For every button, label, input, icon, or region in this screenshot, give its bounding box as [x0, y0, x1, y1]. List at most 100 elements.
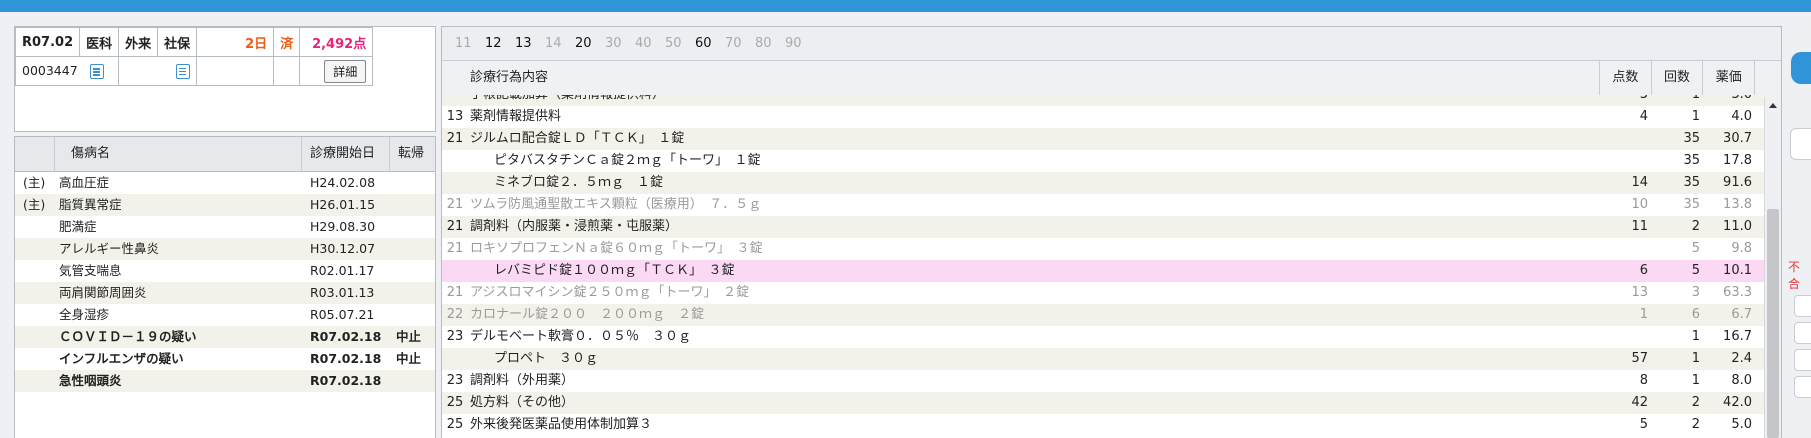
disease-start-date: R02.01.17 [310, 263, 375, 278]
treatment-row[interactable]: 23 デルモベート軟膏０．０５％ ３０ｇ 1 16.7 [442, 326, 1781, 348]
disease-start-date: H24.02.08 [310, 175, 376, 190]
treatment-name: アジスロマイシン錠２５０ｍｇ「トーワ」 ２錠 [470, 285, 749, 300]
tab-11[interactable]: 11 [455, 36, 485, 51]
tab-12[interactable]: 12 [485, 36, 515, 51]
treatment-points: 13 [1631, 285, 1648, 300]
treatment-code: 25 [446, 395, 464, 410]
treatment-count: 1 [1691, 373, 1700, 388]
disease-row[interactable]: 肥満症 H29.08.30 [15, 216, 435, 238]
eye-icon[interactable] [1790, 128, 1811, 160]
header-price[interactable]: 薬価 [1703, 61, 1756, 95]
tab-30[interactable]: 30 [605, 36, 635, 51]
disease-start-date: R05.07.21 [310, 307, 375, 322]
treatment-count: 5 [1691, 263, 1700, 278]
side-checkbox[interactable] [1794, 295, 1811, 317]
treatment-count: 2 [1691, 417, 1700, 432]
record-icon[interactable] [176, 63, 191, 79]
header-treatment[interactable]: 診療行為内容 [442, 61, 1600, 95]
detail-button[interactable]: 詳細 [324, 59, 367, 83]
treatment-count: 35 [1683, 175, 1700, 190]
treatment-row[interactable]: 21 アジスロマイシン錠２５０ｍｇ「トーワ」 ２錠 13 3 63.3 [442, 282, 1781, 304]
treatment-points: 42 [1631, 395, 1648, 410]
side-action-button[interactable] [1791, 52, 1811, 84]
disease-tag: (主) [23, 197, 46, 212]
treatment-price: 4.0 [1731, 109, 1752, 124]
treatment-name: 調剤料（内服薬・浸煎薬・屯服薬） [470, 219, 679, 234]
header-outcome[interactable]: 転帰 [390, 137, 435, 171]
tab-70[interactable]: 70 [725, 36, 755, 51]
disease-name: 高血圧症 [59, 175, 110, 190]
tab-80[interactable]: 80 [755, 36, 785, 51]
tab-50[interactable]: 50 [665, 36, 695, 51]
treatment-code: 21 [446, 219, 464, 234]
disease-start-date: H26.01.15 [310, 197, 376, 212]
disease-row[interactable]: (主) 脂質異常症 H26.01.15 [15, 194, 435, 216]
treatment-row[interactable]: プロペト ３０ｇ 57 1 2.4 [442, 348, 1781, 370]
treatment-name: カロナール錠２００ ２００ｍｇ ２錠 [470, 307, 705, 322]
disease-row[interactable]: ＣＯＶＩＤ－１９の疑い R07.02.18 中止 [15, 326, 435, 348]
header-count[interactable]: 回数 [1652, 61, 1704, 95]
treatment-row[interactable]: ミネブロ錠２．５ｍｇ １錠 14 35 91.6 [442, 172, 1781, 194]
disease-table-header: 傷病名 診療開始日 転帰 [15, 137, 435, 172]
disease-name: 肥満症 [59, 219, 97, 234]
treatment-price: 30.7 [1723, 131, 1752, 146]
disease-row[interactable]: 全身湿疹 R05.07.21 [15, 304, 435, 326]
tab-40[interactable]: 40 [635, 36, 665, 51]
treatment-code [442, 348, 468, 370]
tab-13[interactable]: 13 [515, 36, 545, 51]
warning-text: 不合 [1788, 260, 1801, 291]
treatment-row[interactable]: 21 ジルムロ配合錠ＬＤ「ＴＣＫ」 １錠 35 30.7 [442, 128, 1781, 150]
tab-20[interactable]: 20 [575, 36, 605, 51]
disease-tag [15, 304, 55, 326]
disease-outcome [390, 216, 435, 238]
disease-name: 全身湿疹 [59, 307, 110, 322]
treatment-row[interactable]: 21 調剤料（内服薬・浸煎薬・屯服薬） 11 2 11.0 [442, 216, 1781, 238]
record-icon[interactable] [89, 64, 104, 79]
header-disease-name[interactable]: 傷病名 [55, 137, 302, 171]
treatment-row[interactable]: ピタバスタチンＣａ錠２ｍｇ「トーワ」 １錠 35 17.8 [442, 150, 1781, 172]
disease-outcome [390, 282, 435, 304]
vertical-scrollbar[interactable] [1764, 97, 1781, 438]
treatment-price: 3.0 [1710, 95, 1762, 106]
tab-90[interactable]: 90 [785, 36, 815, 51]
treatment-row[interactable]: 13 薬剤情報提供料 4 1 4.0 [442, 106, 1781, 128]
disease-row[interactable]: 両肩関節周囲炎 R03.01.13 [15, 282, 435, 304]
treatment-points: 11 [1631, 219, 1648, 234]
side-checkbox[interactable] [1794, 322, 1811, 344]
disease-row[interactable]: 急性咽頭炎 R07.02.18 [15, 370, 435, 392]
treatment-count: 1 [1658, 95, 1710, 106]
disease-row[interactable]: アレルギー性鼻炎 H30.12.07 [15, 238, 435, 260]
treatment-price: 16.7 [1723, 329, 1752, 344]
treatment-row[interactable]: 手帳記載加算（薬剤情報提供料）313.0 [442, 95, 1781, 106]
side-checkbox[interactable] [1794, 376, 1811, 398]
treatment-name: プロペト ３０ｇ [494, 351, 599, 366]
disease-row[interactable]: (主) 高血圧症 H24.02.08 [15, 172, 435, 194]
side-checkbox[interactable] [1794, 349, 1811, 371]
treatment-count: 3 [1691, 285, 1700, 300]
treatment-row[interactable]: 21 ツムラ防風通聖散エキス顆粒（医療用） ７．５ｇ 10 35 13.8 [442, 194, 1781, 216]
header-scroll-space [1755, 61, 1781, 95]
scrollbar-thumb[interactable] [1767, 209, 1779, 438]
disease-row[interactable]: 気管支喘息 R02.01.17 [15, 260, 435, 282]
treatment-code [442, 95, 468, 106]
treatment-row[interactable]: 21 ロキソプロフェンＮａ錠６０ｍｇ「トーワ」 ３錠 5 9.8 [442, 238, 1781, 260]
treatment-row[interactable]: 23 調剤料（外用薬） 8 1 8.0 [442, 370, 1781, 392]
treatment-row[interactable]: 22 カロナール錠２００ ２００ｍｇ ２錠 1 6 6.7 [442, 304, 1781, 326]
scroll-up-icon[interactable] [1769, 103, 1777, 108]
disease-name: アレルギー性鼻炎 [59, 241, 160, 256]
disease-row[interactable]: インフルエンザの疑い R07.02.18 中止 [15, 348, 435, 370]
treatment-row[interactable]: 25 処方料（その他） 42 2 42.0 [442, 392, 1781, 414]
treatment-row[interactable]: レバミピド錠１００ｍｇ「ＴＣＫ」 ３錠 6 5 10.1 [442, 260, 1781, 282]
treatment-points: 10 [1631, 197, 1648, 212]
disease-name: インフルエンザの疑い [59, 351, 184, 366]
tab-60[interactable]: 60 [695, 36, 725, 51]
header-points[interactable]: 点数 [1600, 61, 1652, 95]
treatment-row[interactable]: 25 外来後発医薬品使用体制加算３ 5 2 5.0 [442, 414, 1781, 436]
tab-14[interactable]: 14 [545, 36, 575, 51]
treatment-name: 処方料（その他） [470, 395, 575, 410]
treatment-points: 6 [1639, 263, 1648, 278]
treatment-points: 14 [1631, 175, 1648, 190]
header-start-date[interactable]: 診療開始日 [302, 137, 390, 171]
treatment-points [1606, 128, 1658, 150]
treatment-count: 1 [1691, 109, 1700, 124]
